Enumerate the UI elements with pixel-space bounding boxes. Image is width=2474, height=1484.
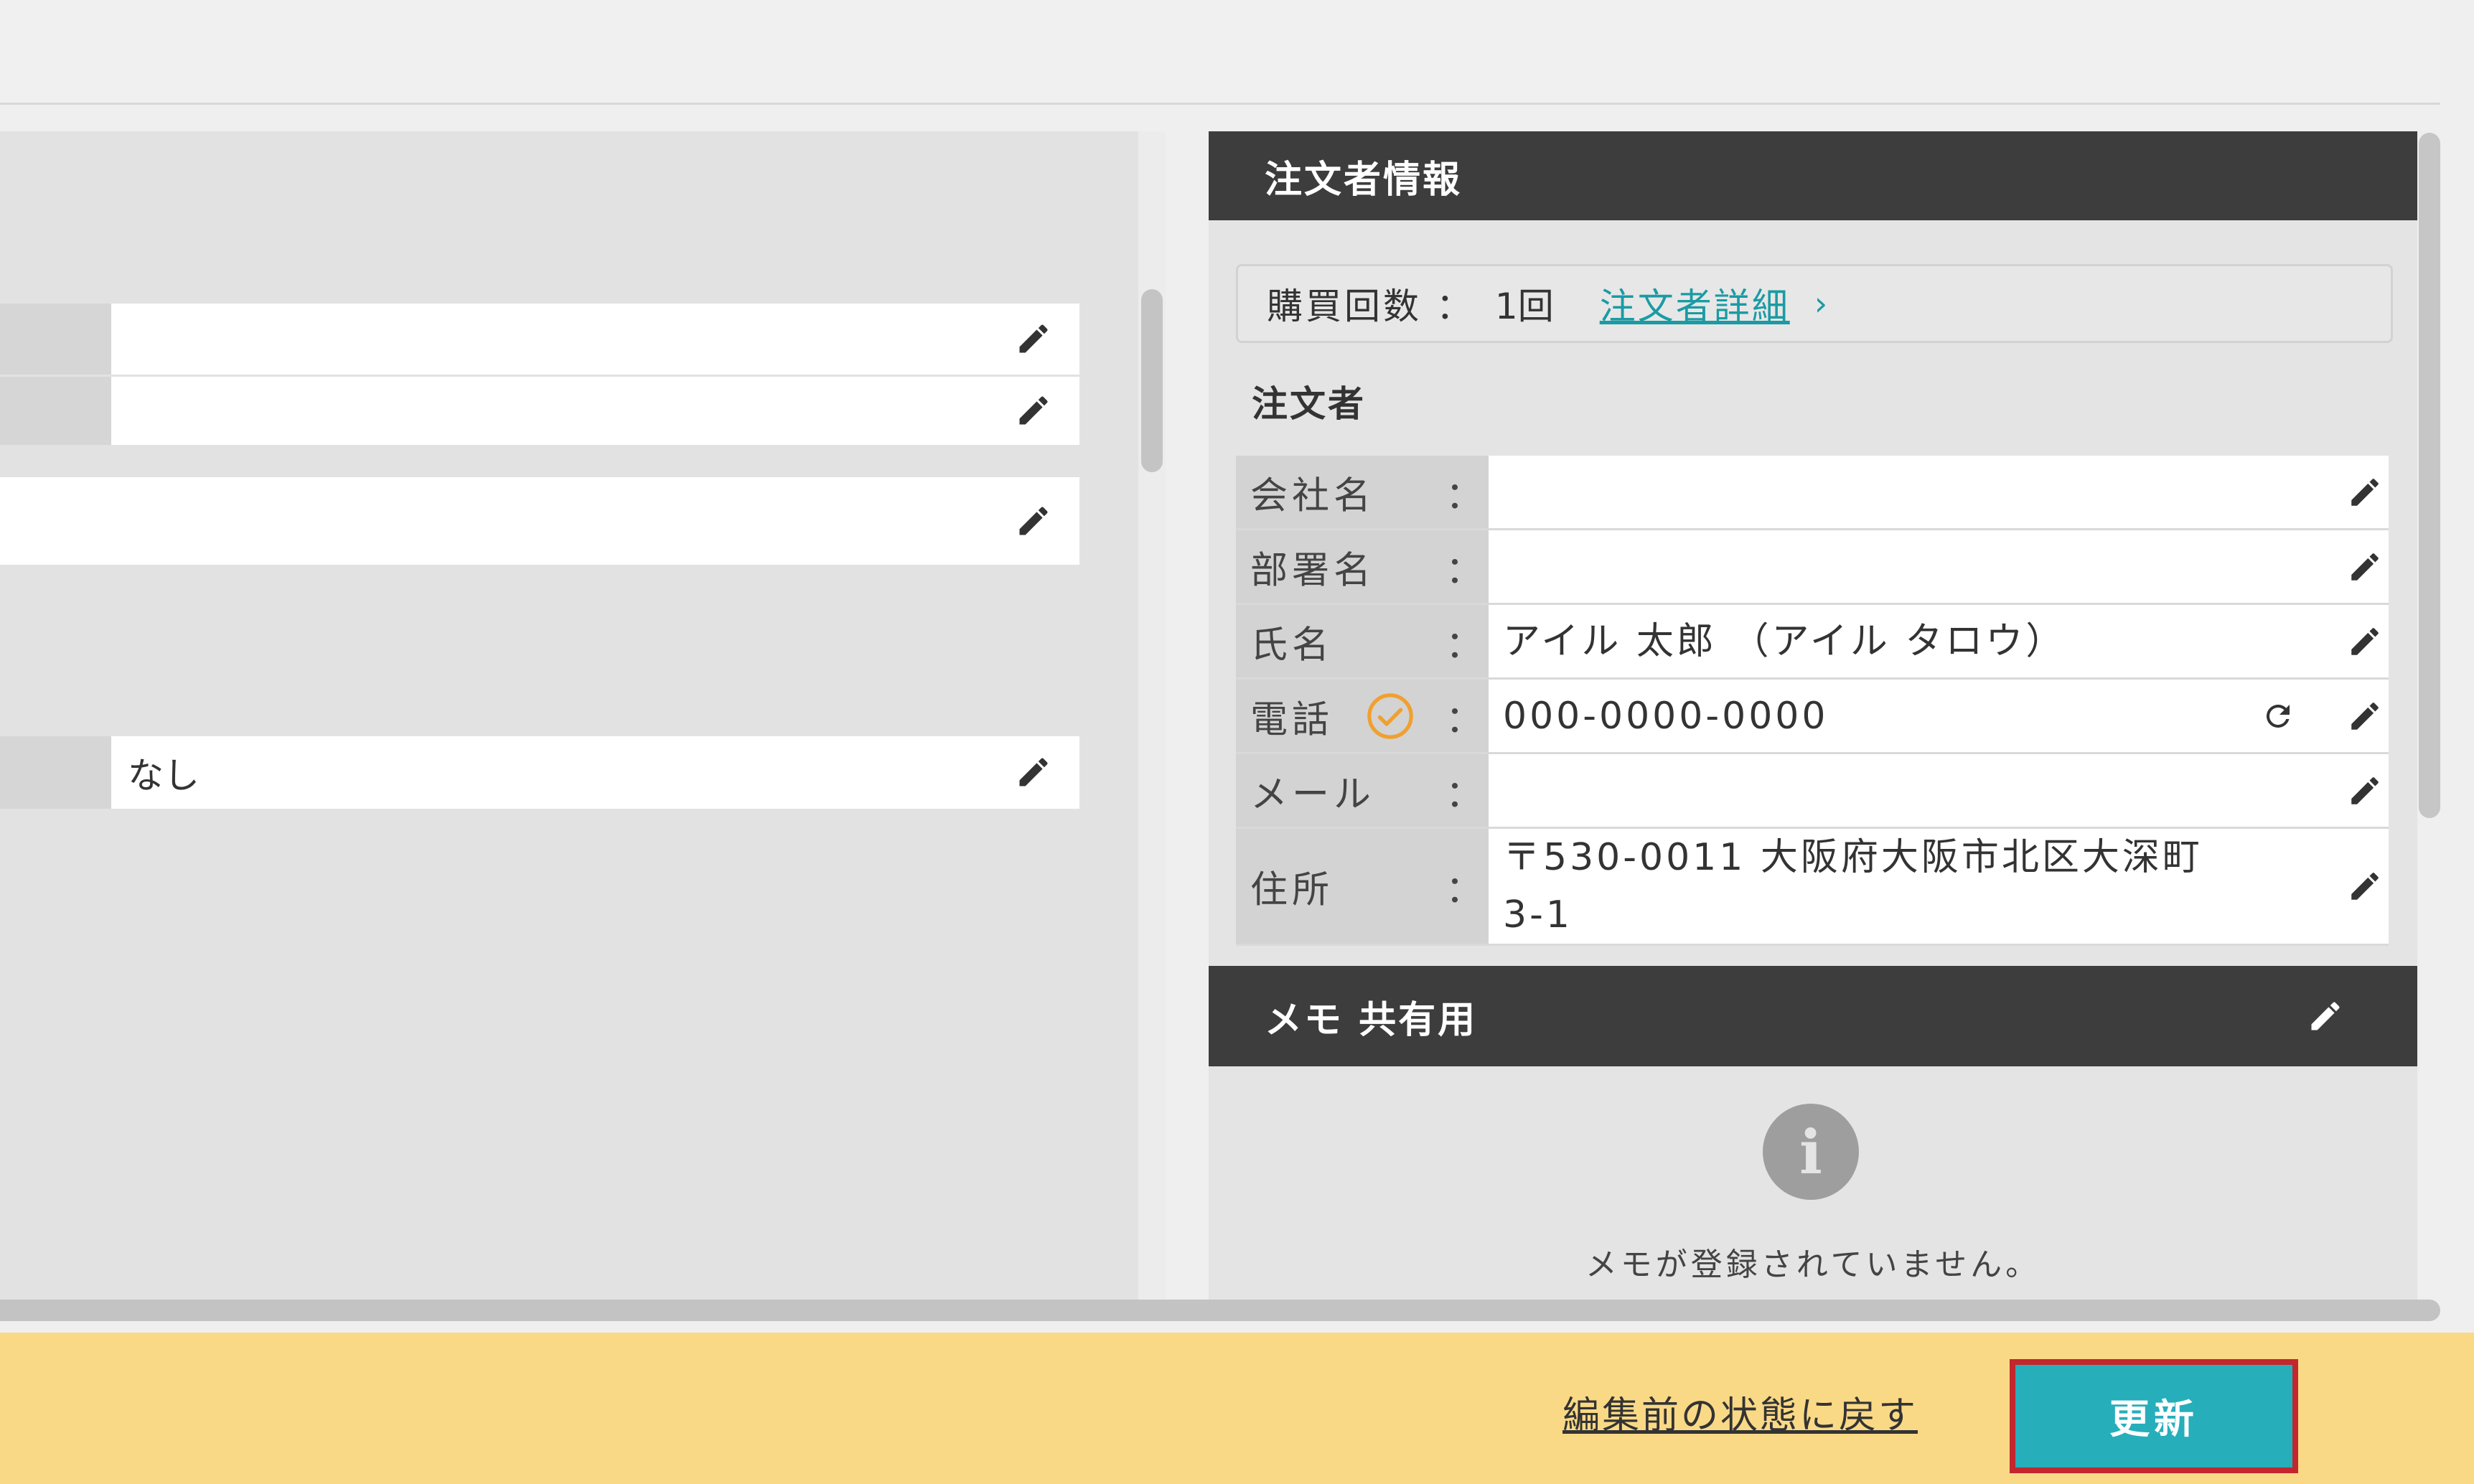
left-scrollbar-thumb[interactable] xyxy=(1141,289,1163,472)
field-value: 〒530-0011 大阪府大阪市北区大深町 3-1 xyxy=(1503,829,2221,944)
orderer-info-header: 注文者情報 xyxy=(1209,131,2417,220)
orderer-panel: 注文者情報 購買回数 ： 1回 注文者詳細 › 注文者 会社名 ： 部署名 ： xyxy=(1209,131,2417,1300)
purchase-count-value: 1回 xyxy=(1494,286,1554,327)
pencil-icon[interactable] xyxy=(2347,698,2383,734)
field-label: 会社名 xyxy=(1250,474,1376,517)
left-row-3[interactable] xyxy=(0,477,1079,565)
pencil-icon[interactable] xyxy=(2347,549,2383,585)
field-row-department[interactable]: 部署名 ： xyxy=(1236,530,2389,605)
purchase-count-label: 購買回数 ： xyxy=(1267,286,1475,327)
memo-title: メモ 共有用 xyxy=(1265,998,1478,1042)
refresh-icon[interactable] xyxy=(2261,699,2295,733)
field-colon: ： xyxy=(1445,698,1484,741)
right-scrollbar-thumb[interactable] xyxy=(2419,133,2440,818)
pencil-icon[interactable] xyxy=(2347,624,2383,659)
field-label-cell: 会社名 ： xyxy=(1236,456,1489,528)
info-icon: i xyxy=(1763,1104,1859,1200)
horizontal-scrollbar[interactable] xyxy=(0,1300,2440,1321)
update-button[interactable]: 更新 xyxy=(2010,1359,2298,1473)
field-label-cell: 住所 ： xyxy=(1236,829,1489,944)
memo-header: メモ 共有用 xyxy=(1209,966,2417,1066)
chevron-right-icon[interactable]: › xyxy=(1814,284,1827,323)
orderer-fields-table: 会社名 ： 部署名 ： 氏名 ： アイル 太郎 （アイル タロウ） 電話 ： 0… xyxy=(1236,456,2389,946)
field-row-phone[interactable]: 電話 ： 000-0000-0000 xyxy=(1236,680,2389,754)
left-row-1[interactable] xyxy=(0,304,1079,375)
field-label-cell: 部署名 ： xyxy=(1236,530,1489,603)
field-row-address[interactable]: 住所 ： 〒530-0011 大阪府大阪市北区大深町 3-1 xyxy=(1236,829,2389,946)
orderer-detail-link[interactable]: 注文者詳細 xyxy=(1600,278,1790,329)
check-circle-icon xyxy=(1367,692,1413,739)
pencil-icon[interactable] xyxy=(1015,320,1052,357)
left-row-2[interactable] xyxy=(0,377,1079,445)
field-value: 000-0000-0000 xyxy=(1503,694,1829,738)
field-label: 住所 xyxy=(1250,868,1334,912)
orderer-info-title: 注文者情報 xyxy=(1265,158,1463,202)
field-value: アイル 太郎 （アイル タロウ） xyxy=(1503,619,2066,663)
field-row-email[interactable]: メール ： xyxy=(1236,754,2389,829)
field-row-name[interactable]: 氏名 ： アイル 太郎 （アイル タロウ） xyxy=(1236,605,2389,680)
pencil-icon[interactable] xyxy=(2347,474,2383,510)
top-bar xyxy=(0,0,2440,105)
field-label: メール xyxy=(1250,773,1376,816)
field-colon: ： xyxy=(1445,474,1484,517)
left-row-value: なし xyxy=(128,754,200,797)
pencil-icon[interactable] xyxy=(1015,753,1052,791)
field-label-cell: メール ： xyxy=(1236,754,1489,827)
pencil-icon[interactable] xyxy=(1015,392,1052,429)
memo-empty-message: メモが登録されていません。 xyxy=(1585,1246,2041,1283)
address-line-2: 3-1 xyxy=(1503,893,1573,936)
orderer-subtitle: 注文者 xyxy=(1252,383,1366,425)
field-label: 部署名 xyxy=(1250,549,1376,592)
address-line-1: 〒530-0011 大阪府大阪市北区大深町 xyxy=(1503,836,2203,879)
left-row-label xyxy=(0,304,111,375)
left-row-label xyxy=(0,736,111,809)
pencil-icon[interactable] xyxy=(2347,868,2383,904)
pencil-icon[interactable] xyxy=(1015,502,1052,540)
field-row-company[interactable]: 会社名 ： xyxy=(1236,456,2389,530)
pencil-icon[interactable] xyxy=(2307,997,2344,1035)
pencil-icon[interactable] xyxy=(2347,773,2383,809)
field-colon: ： xyxy=(1445,549,1484,592)
field-colon: ： xyxy=(1445,868,1484,912)
revert-edits-link[interactable]: 編集前の状態に戻す xyxy=(1562,1385,1918,1439)
left-row-4[interactable]: なし xyxy=(0,736,1079,809)
field-colon: ： xyxy=(1445,624,1484,667)
field-label-cell: 氏名 ： xyxy=(1236,605,1489,677)
field-label: 氏名 xyxy=(1250,624,1334,667)
purchase-summary: 購買回数 ： 1回 注文者詳細 › xyxy=(1236,264,2393,343)
field-label-cell: 電話 ： xyxy=(1236,680,1489,752)
left-row-label xyxy=(0,377,111,445)
field-label: 電話 xyxy=(1250,698,1334,741)
field-colon: ： xyxy=(1445,773,1484,816)
